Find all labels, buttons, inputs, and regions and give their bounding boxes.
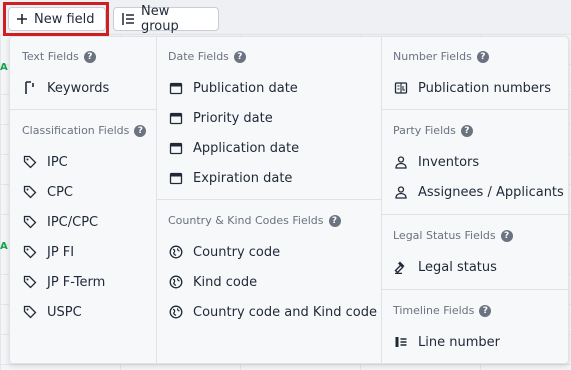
field-option-cpc[interactable]: CPC: [22, 182, 73, 202]
field-option-assignees-applicants[interactable]: Assignees / Applicants: [393, 182, 564, 202]
tag-icon: [22, 184, 38, 200]
calendar-icon: [168, 80, 184, 96]
column-text-classification: Text Fields ? Keywords Classification Fi…: [10, 37, 157, 363]
keyword-icon: [22, 80, 38, 96]
country-kind-fields-title: Country & Kind Codes Fields ?: [168, 214, 341, 227]
column-date-country: Date Fields ? Publication date Priority …: [156, 37, 382, 363]
country-kind-fields-section: Country & Kind Codes Fields ? Country co…: [156, 200, 381, 360]
field-option-jp-fi[interactable]: JP FI: [22, 242, 74, 262]
help-icon[interactable]: ?: [479, 304, 492, 317]
calendar-icon: [168, 140, 184, 156]
party-fields-title: Party Fields ?: [393, 124, 473, 137]
calendar-icon: [168, 170, 184, 186]
help-icon[interactable]: ?: [328, 214, 341, 227]
globe-icon: [168, 244, 184, 260]
field-option-keywords[interactable]: Keywords: [22, 78, 109, 98]
timeline-fields-section: Timeline Fields ? Line number: [381, 290, 568, 364]
field-option-country-code[interactable]: Country code: [168, 242, 280, 262]
number-icon: [393, 80, 409, 96]
globe-icon: [168, 274, 184, 290]
gavel-icon: [393, 259, 409, 275]
classification-fields-title: Classification Fields ?: [22, 124, 147, 137]
field-option-publication-date[interactable]: Publication date: [168, 78, 298, 98]
text-fields-section: Text Fields ? Keywords: [10, 37, 156, 109]
field-option-expiration-date[interactable]: Expiration date: [168, 168, 292, 188]
tag-icon: [22, 274, 38, 290]
field-option-line-number[interactable]: Line number: [393, 332, 500, 352]
column-number-party-legal-timeline: Number Fields ? Publication numbers Part…: [381, 37, 568, 363]
field-option-ipc-cpc[interactable]: IPC/CPC: [22, 212, 98, 232]
list-number-icon: [393, 334, 409, 350]
highlight-box: [3, 2, 109, 36]
row-marker: A: [0, 241, 8, 252]
field-option-ipc[interactable]: IPC: [22, 152, 68, 172]
field-option-jp-f-term[interactable]: JP F-Term: [22, 272, 105, 292]
help-icon[interactable]: ?: [460, 124, 473, 137]
field-option-application-date[interactable]: Application date: [168, 138, 299, 158]
new-group-label: New group: [141, 4, 179, 34]
group-list-icon: [121, 12, 135, 26]
tag-icon: [22, 304, 38, 320]
legal-status-fields-title: Legal Status Fields ?: [393, 229, 513, 242]
field-option-legal-status[interactable]: Legal status: [393, 257, 497, 277]
field-option-inventors[interactable]: Inventors: [393, 152, 479, 172]
field-option-priority-date[interactable]: Priority date: [168, 108, 273, 128]
globe-icon: [168, 304, 184, 320]
classification-fields-section: Classification Fields ? IPC CPC IPC/CPC: [10, 110, 156, 360]
field-option-country-and-kind-code[interactable]: Country code and Kind code: [168, 302, 377, 322]
tag-icon: [22, 244, 38, 260]
text-fields-title: Text Fields ?: [22, 50, 96, 63]
help-icon[interactable]: ?: [500, 229, 513, 242]
person-icon: [393, 154, 409, 170]
person-icon: [393, 184, 409, 200]
timeline-fields-title: Timeline Fields ?: [393, 304, 492, 317]
toolbar: New field New group: [0, 0, 571, 36]
date-fields-title: Date Fields ?: [168, 50, 246, 63]
legal-status-fields-section: Legal Status Fields ? Legal status: [381, 215, 568, 289]
tag-icon: [22, 154, 38, 170]
field-option-kind-code[interactable]: Kind code: [168, 272, 257, 292]
date-fields-section: Date Fields ? Publication date Priority …: [156, 37, 381, 199]
field-option-uspc[interactable]: USPC: [22, 302, 82, 322]
number-fields-title: Number Fields ?: [393, 50, 489, 63]
number-fields-section: Number Fields ? Publication numbers: [381, 37, 568, 109]
help-icon[interactable]: ?: [83, 50, 96, 63]
new-field-dropdown: Text Fields ? Keywords Classification Fi…: [9, 36, 569, 364]
row-marker: A: [0, 62, 8, 73]
field-option-publication-numbers[interactable]: Publication numbers: [393, 78, 551, 98]
calendar-icon: [168, 110, 184, 126]
help-icon[interactable]: ?: [134, 124, 147, 137]
party-fields-section: Party Fields ? Inventors Assignees / App…: [381, 110, 568, 214]
help-icon[interactable]: ?: [233, 50, 246, 63]
new-group-button[interactable]: New group: [113, 4, 219, 34]
tag-icon: [22, 214, 38, 230]
help-icon[interactable]: ?: [476, 50, 489, 63]
